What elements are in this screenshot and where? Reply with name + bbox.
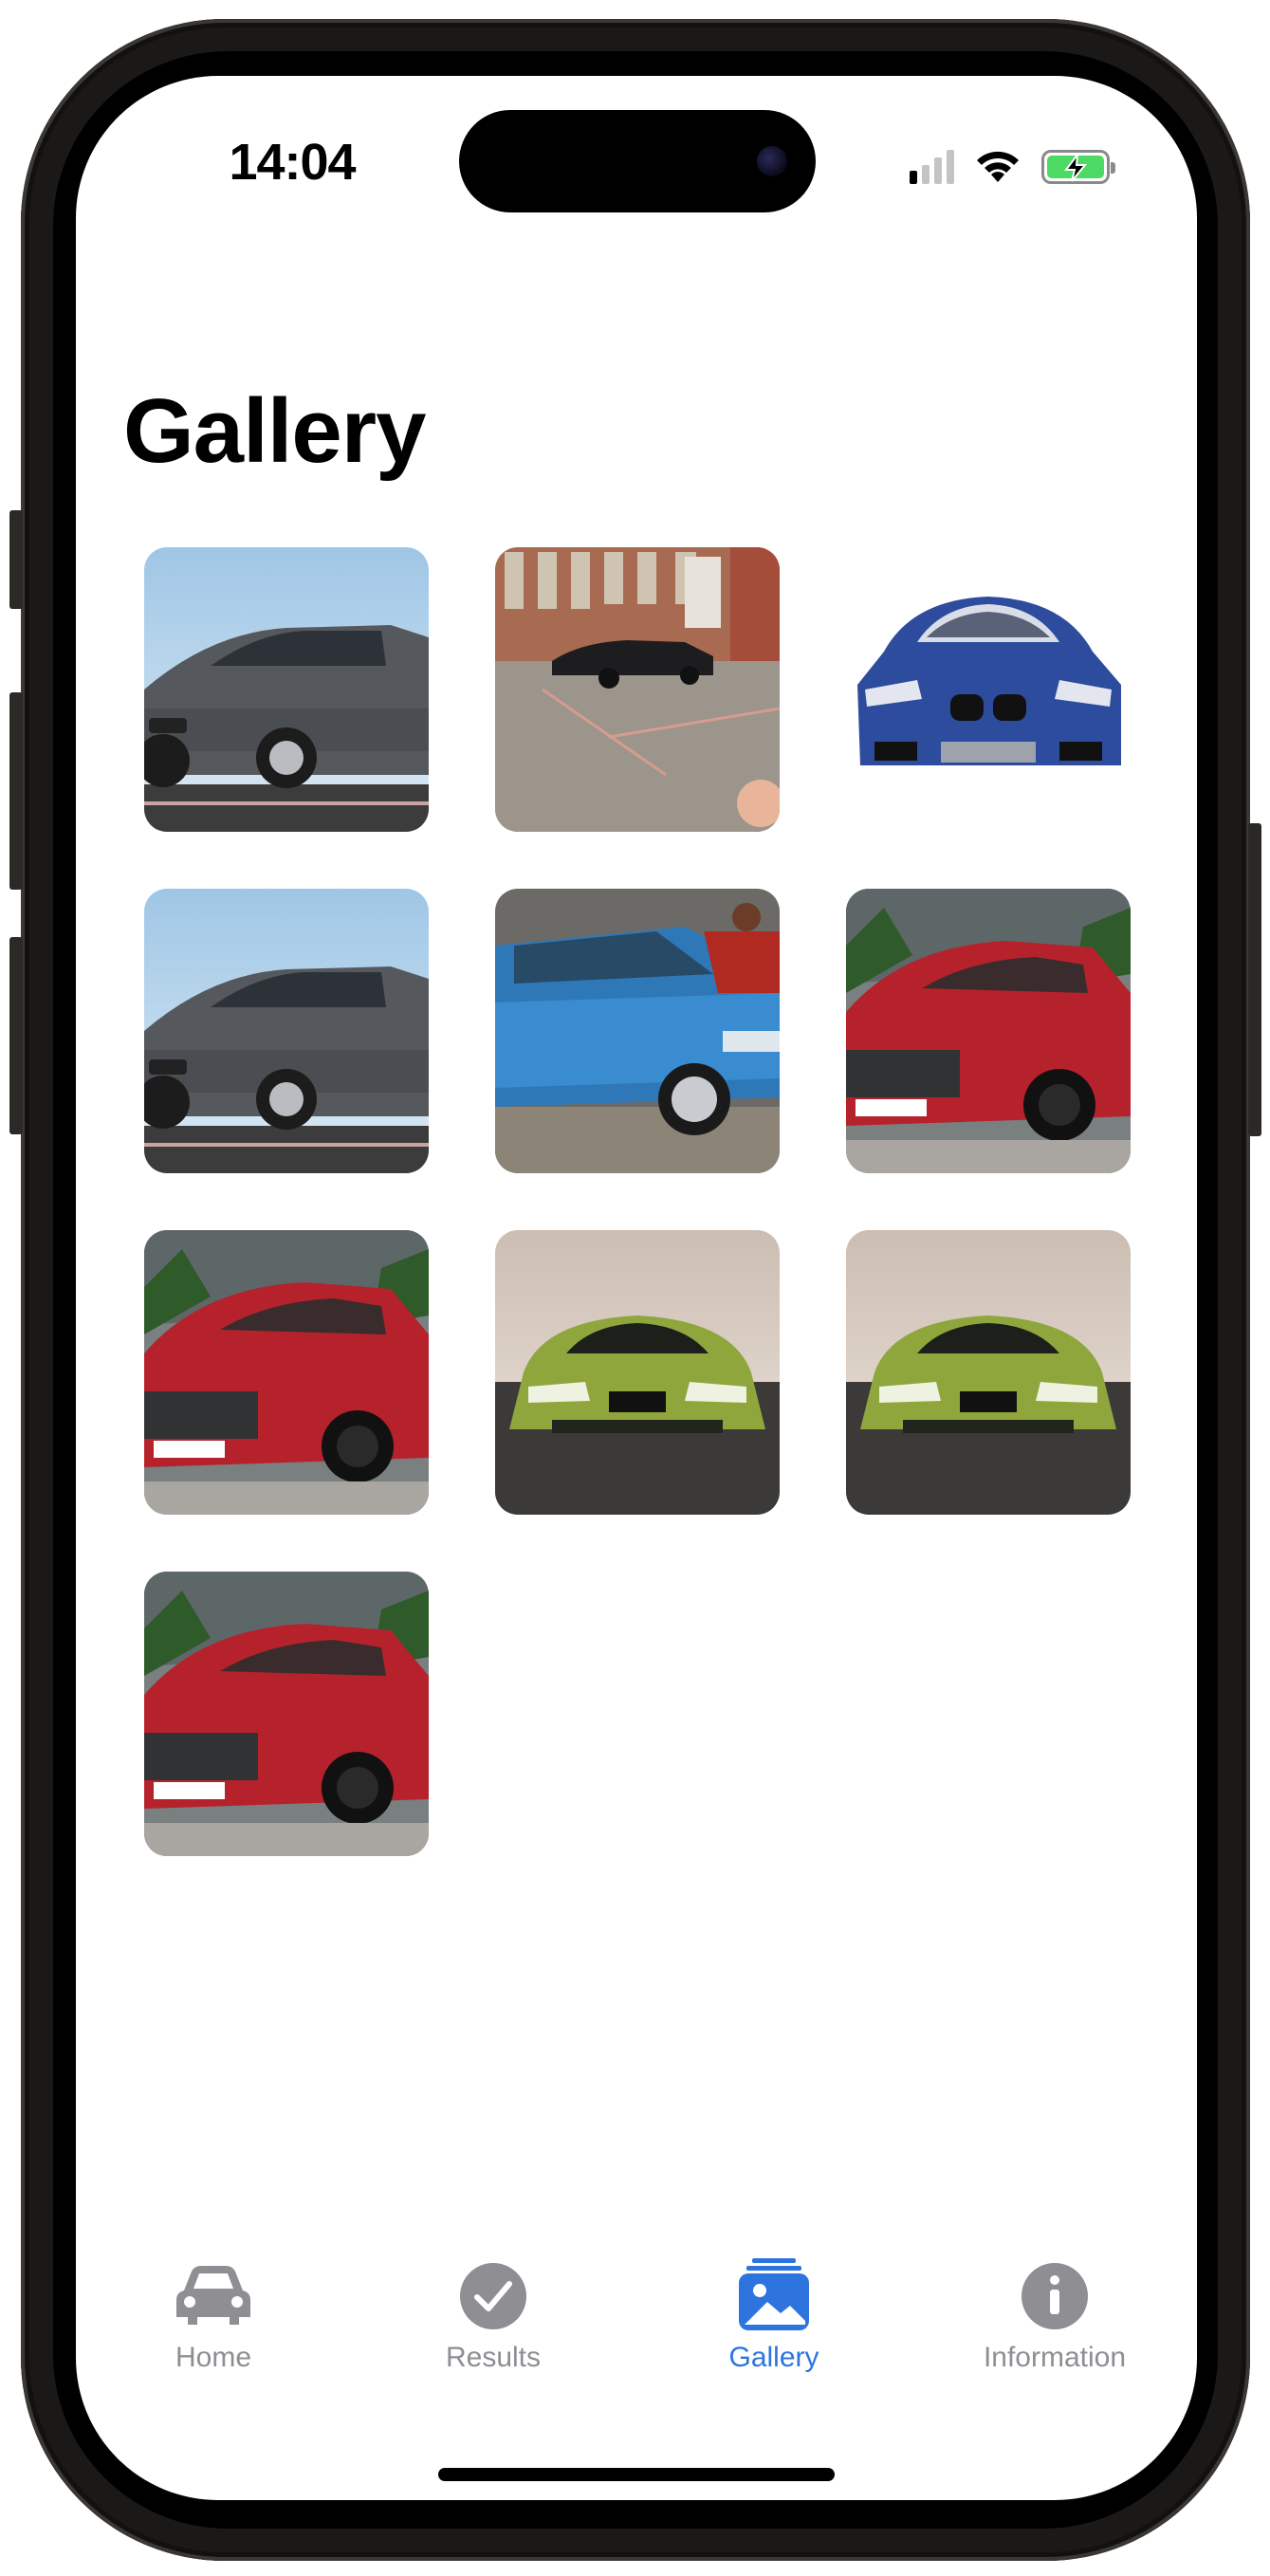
front-camera xyxy=(757,146,787,176)
tab-gallery[interactable]: Gallery xyxy=(670,2256,878,2399)
photo-thumbnail[interactable] xyxy=(495,547,780,832)
status-icons xyxy=(910,142,1115,184)
tab-information[interactable]: Information xyxy=(950,2256,1159,2399)
tab-label: Gallery xyxy=(728,2342,819,2373)
tab-label: Home xyxy=(175,2342,252,2373)
tab-home[interactable]: Home xyxy=(109,2256,318,2399)
tab-label: Results xyxy=(445,2342,542,2373)
photo-grid xyxy=(144,547,1131,1856)
tab-bar: Home Results Gallery Information xyxy=(76,2256,1197,2446)
car-icon xyxy=(171,2256,256,2332)
wifi-icon xyxy=(977,151,1019,182)
checkmark-circle-icon xyxy=(451,2256,536,2332)
page-title: Gallery xyxy=(123,380,427,482)
photo-stack-icon xyxy=(731,2256,817,2332)
screen: 14:04 Gallery Home Results Gallery Infor… xyxy=(76,76,1197,2500)
status-time: 14:04 xyxy=(229,134,356,191)
tab-results[interactable]: Results xyxy=(389,2256,598,2399)
photo-thumbnail[interactable] xyxy=(846,1230,1131,1515)
action-button xyxy=(9,510,23,609)
photo-thumbnail[interactable] xyxy=(144,889,429,1173)
photo-thumbnail[interactable] xyxy=(846,547,1131,832)
signal-icon xyxy=(910,150,954,184)
info-circle-icon xyxy=(1012,2256,1097,2332)
photo-thumbnail[interactable] xyxy=(846,889,1131,1173)
home-indicator[interactable] xyxy=(438,2468,835,2481)
dynamic-island xyxy=(459,110,816,212)
volume-up-button xyxy=(9,692,23,890)
photo-thumbnail[interactable] xyxy=(495,889,780,1173)
tab-label: Information xyxy=(983,2342,1127,2373)
volume-down-button xyxy=(9,937,23,1134)
photo-thumbnail[interactable] xyxy=(495,1230,780,1515)
photo-thumbnail[interactable] xyxy=(144,547,429,832)
battery-charging-icon xyxy=(1041,150,1115,184)
power-button xyxy=(1248,823,1261,1136)
photo-thumbnail[interactable] xyxy=(144,1230,429,1515)
photo-thumbnail[interactable] xyxy=(144,1572,429,1856)
